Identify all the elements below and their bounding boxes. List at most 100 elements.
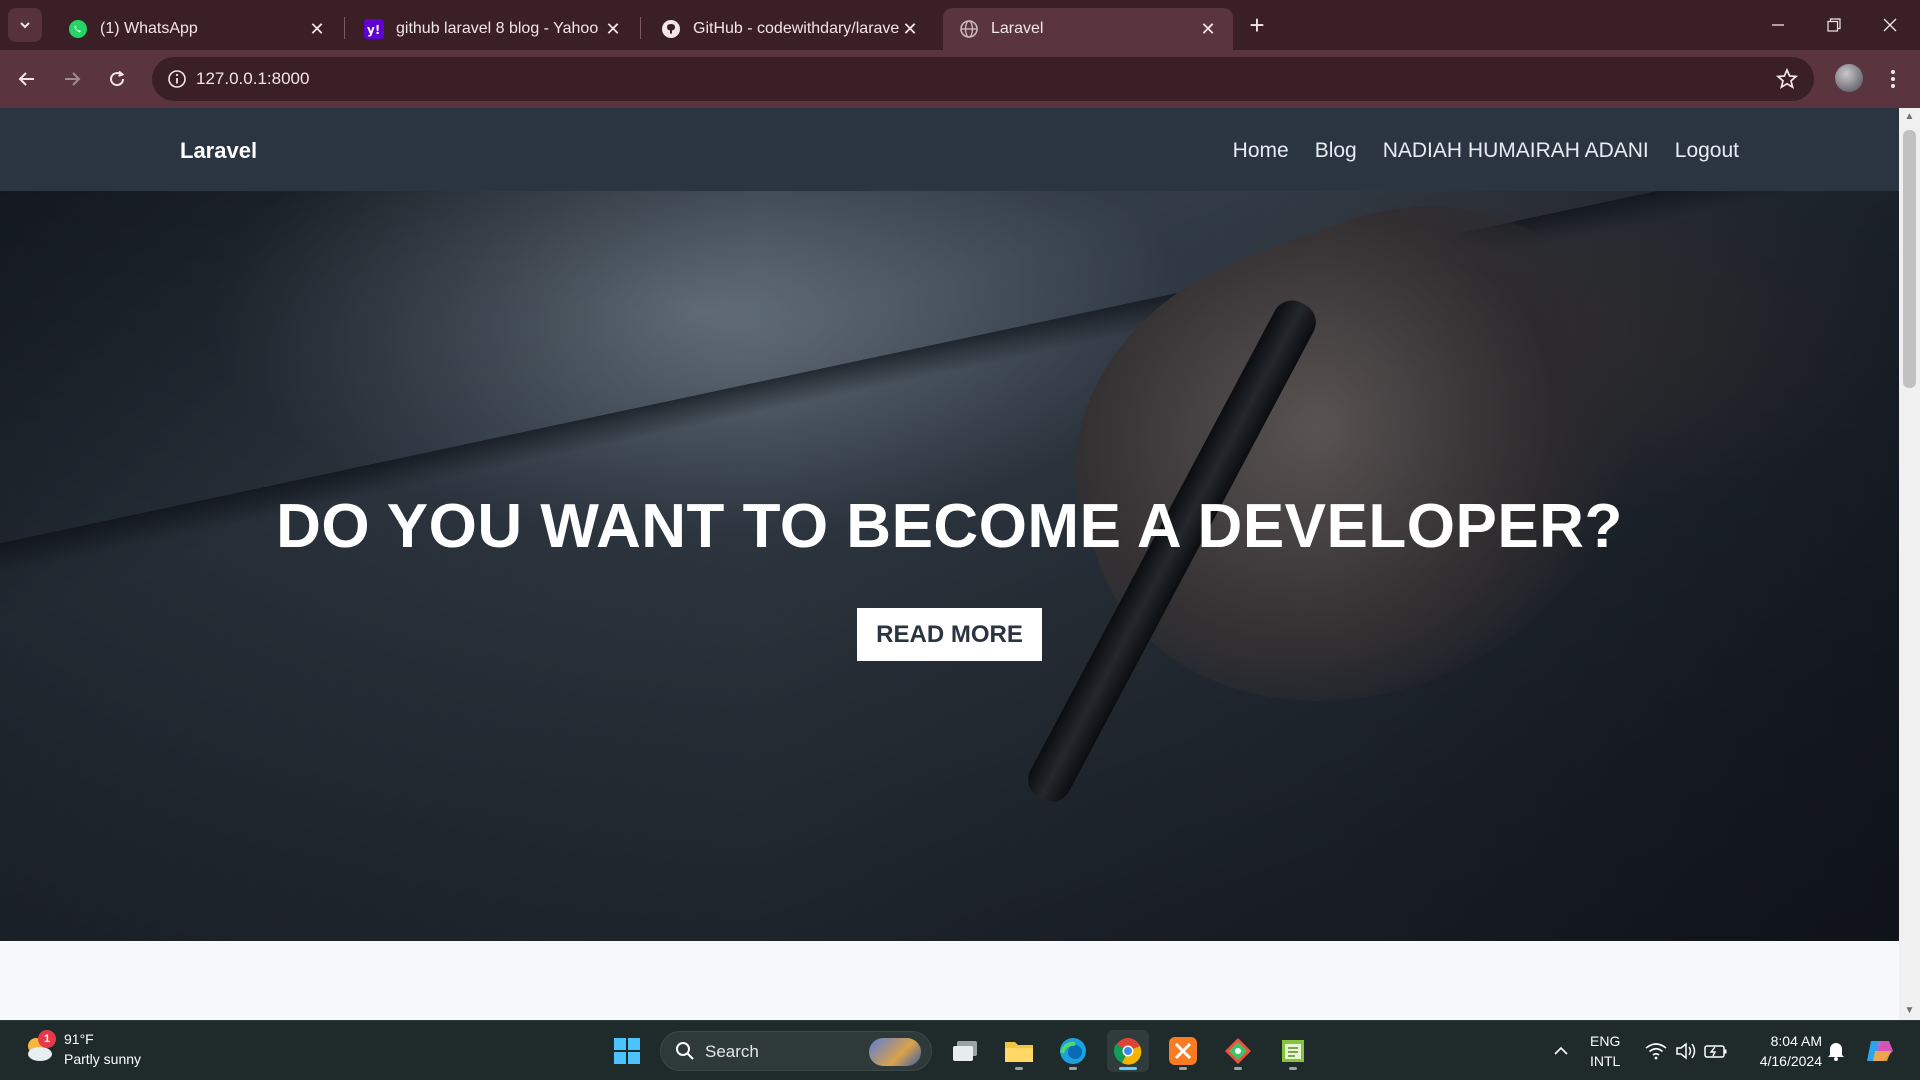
git-tool-button[interactable] xyxy=(1217,1030,1259,1072)
show-hidden-icons-button[interactable] xyxy=(1546,1021,1576,1080)
volume-icon[interactable] xyxy=(1672,1021,1700,1080)
chrome-browser-button[interactable] xyxy=(1107,1030,1149,1072)
notifications-bell-icon[interactable] xyxy=(1824,1021,1848,1080)
hero-title: DO YOU WANT TO BECOME A DEVELOPER? xyxy=(276,492,1623,561)
keyboard-layout: INTL xyxy=(1590,1053,1621,1069)
running-indicator xyxy=(1015,1067,1023,1070)
notepad-icon xyxy=(1282,1040,1304,1062)
clock-date: 4/16/2024 xyxy=(1759,1053,1822,1069)
site-nav-links: Home Blog NADIAH HUMAIRAH ADANI Logout xyxy=(1207,139,1739,163)
hero-section: DO YOU WANT TO BECOME A DEVELOPER? READ … xyxy=(0,191,1899,941)
chevron-down-icon xyxy=(20,22,30,29)
profile-avatar[interactable] xyxy=(1835,64,1863,92)
notepad-app-button[interactable] xyxy=(1272,1030,1314,1072)
weather-widget[interactable]: 1 91°F Partly sunny xyxy=(22,1029,141,1069)
task-view-icon xyxy=(953,1041,977,1061)
page-viewport: Laravel Home Blog NADIAH HUMAIRAH ADANI … xyxy=(0,108,1899,1020)
minimize-icon xyxy=(1772,24,1784,26)
more-vertical-icon xyxy=(1891,70,1895,88)
browser-toolbar: 127.0.0.1:8000 xyxy=(0,50,1920,108)
close-icon[interactable]: ✕ xyxy=(1197,18,1219,40)
tab-github[interactable]: GitHub - codewithdary/laravel-8 ✕ xyxy=(645,8,935,50)
back-button[interactable] xyxy=(10,62,44,96)
copilot-icon[interactable] xyxy=(1862,1021,1898,1080)
minimize-button[interactable] xyxy=(1750,0,1806,50)
search-icon xyxy=(676,1042,694,1060)
close-icon xyxy=(1883,18,1897,32)
reload-button[interactable] xyxy=(100,62,134,96)
read-more-button[interactable]: READ MORE xyxy=(857,608,1042,661)
nav-user-name-link[interactable]: NADIAH HUMAIRAH ADANI xyxy=(1383,139,1649,163)
weather-condition: Partly sunny xyxy=(64,1051,142,1067)
wifi-icon[interactable] xyxy=(1642,1021,1670,1080)
folder-icon xyxy=(1005,1042,1033,1062)
github-icon xyxy=(661,19,681,39)
xampp-icon xyxy=(1169,1037,1197,1065)
running-indicator xyxy=(1289,1067,1297,1070)
language-code: ENG xyxy=(1590,1033,1621,1049)
hero-overlay xyxy=(0,191,1899,941)
tab-title: GitHub - codewithdary/laravel-8 xyxy=(693,20,899,37)
search-highlight-image xyxy=(869,1038,921,1066)
restore-icon xyxy=(1827,18,1841,32)
notification-badge: 1 xyxy=(38,1030,56,1048)
tab-search-button[interactable] xyxy=(8,8,42,42)
clock-time: 8:04 AM xyxy=(1770,1033,1822,1049)
git-diamond-icon xyxy=(1225,1038,1251,1064)
running-indicator xyxy=(1069,1067,1077,1070)
tab-separator xyxy=(640,17,641,39)
running-indicator xyxy=(1234,1067,1242,1070)
start-button[interactable] xyxy=(606,1030,648,1072)
search-label: Search xyxy=(705,1042,759,1061)
tab-title: Laravel xyxy=(991,20,1044,37)
input-language-indicator[interactable]: ENG INTL xyxy=(1590,1031,1620,1071)
taskbar-search-box[interactable]: Search xyxy=(660,1031,932,1071)
globe-icon xyxy=(959,19,979,39)
chevron-up-icon xyxy=(1554,1046,1568,1055)
partly-sunny-icon: 1 xyxy=(22,1030,56,1066)
edge-browser-button[interactable] xyxy=(1052,1030,1094,1072)
windows-taskbar: 1 91°F Partly sunny Search ENG INTL 8:04… xyxy=(0,1020,1920,1080)
whatsapp-icon xyxy=(68,19,88,39)
site-brand-link[interactable]: Laravel xyxy=(180,138,257,164)
tab-title: (1) WhatsApp xyxy=(100,20,198,37)
scrollbar-thumb[interactable] xyxy=(1903,130,1916,388)
nav-blog-link[interactable]: Blog xyxy=(1315,139,1357,163)
close-icon[interactable]: ✕ xyxy=(602,18,624,40)
address-bar[interactable]: 127.0.0.1:8000 xyxy=(152,57,1814,101)
reload-icon xyxy=(110,70,125,87)
bookmark-star-icon[interactable] xyxy=(1774,66,1800,92)
windows-logo-icon xyxy=(614,1038,640,1064)
yahoo-icon: y! xyxy=(364,19,384,39)
arrow-right-icon xyxy=(65,72,81,86)
running-indicator xyxy=(1179,1067,1187,1070)
tab-whatsapp[interactable]: (1) WhatsApp ✕ xyxy=(52,8,342,50)
system-clock[interactable]: 8:04 AM 4/16/2024 xyxy=(1740,1031,1822,1071)
scroll-down-arrow-icon[interactable]: ▼ xyxy=(1904,1006,1915,1016)
site-info-icon[interactable] xyxy=(162,64,192,94)
close-icon[interactable]: ✕ xyxy=(899,18,921,40)
restore-button[interactable] xyxy=(1806,0,1862,50)
scroll-up-arrow-icon[interactable]: ▲ xyxy=(1904,112,1915,122)
url-text: 127.0.0.1:8000 xyxy=(196,69,310,88)
weather-temperature: 91°F xyxy=(64,1031,94,1047)
close-icon[interactable]: ✕ xyxy=(306,18,328,40)
task-view-button[interactable] xyxy=(944,1030,986,1072)
xampp-button[interactable] xyxy=(1162,1030,1204,1072)
browser-menu-button[interactable] xyxy=(1876,62,1910,96)
tab-title: github laravel 8 blog - Yahoo Se xyxy=(396,20,602,37)
new-tab-button[interactable]: + xyxy=(1240,10,1274,40)
close-window-button[interactable] xyxy=(1862,0,1918,50)
page-scrollbar[interactable]: ▲ ▼ xyxy=(1899,108,1920,1020)
arrow-left-icon xyxy=(18,72,34,86)
battery-icon[interactable] xyxy=(1702,1021,1730,1080)
tab-separator xyxy=(344,17,345,39)
file-explorer-button[interactable] xyxy=(998,1030,1040,1072)
nav-home-link[interactable]: Home xyxy=(1233,139,1289,163)
chrome-icon xyxy=(1113,1038,1142,1065)
tab-laravel[interactable]: Laravel ✕ xyxy=(943,8,1233,50)
forward-button[interactable] xyxy=(55,62,89,96)
tab-yahoo-search[interactable]: y! github laravel 8 blog - Yahoo Se ✕ xyxy=(348,8,638,50)
nav-logout-link[interactable]: Logout xyxy=(1675,139,1739,163)
browser-tab-strip: (1) WhatsApp ✕ y! github laravel 8 blog … xyxy=(0,0,1920,50)
